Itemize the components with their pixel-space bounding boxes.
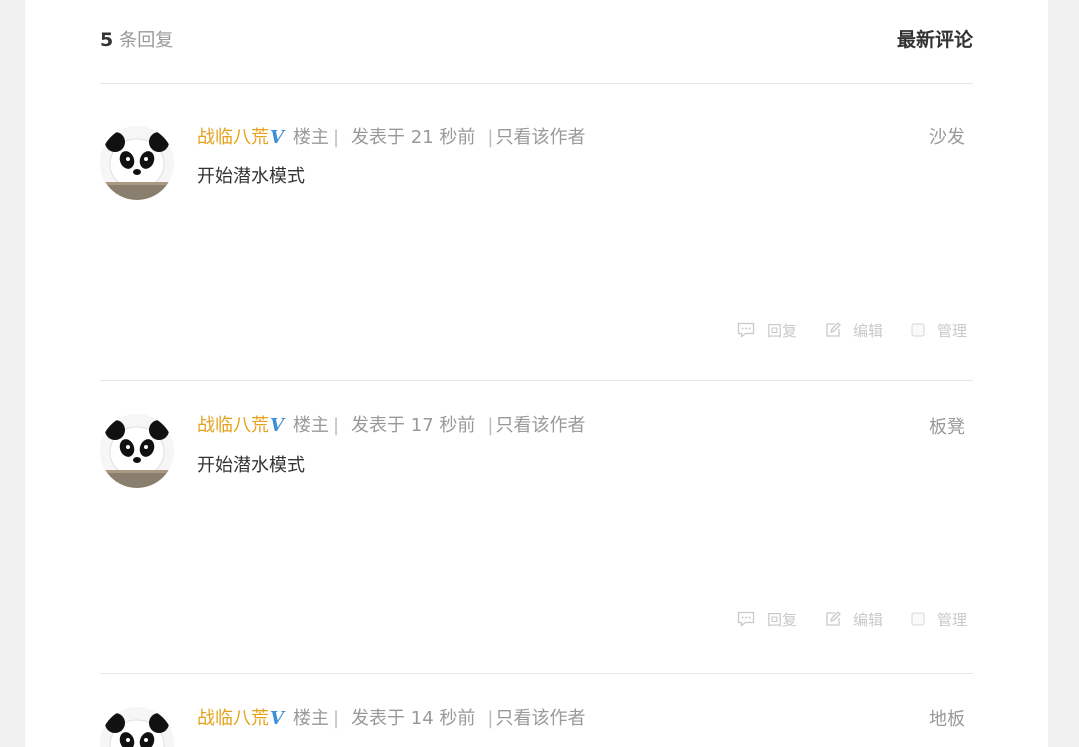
only-author-link[interactable]: 只看该作者: [495, 415, 585, 436]
reply-count-number: 5: [100, 29, 114, 51]
role-label: 楼主: [292, 415, 329, 436]
post-meta: 战临八荒V 楼主 | 发表于 14 秒前 | 只看该作者: [197, 707, 585, 731]
post-time: 发表于 17 秒前: [351, 415, 476, 436]
checkbox-icon: [911, 612, 925, 626]
manage-label: 管理: [936, 610, 967, 629]
verified-badge: V: [270, 415, 284, 436]
post-content: 开始潜水模式: [197, 455, 305, 476]
edit-button[interactable]: 编辑: [825, 609, 883, 630]
post-actions: 回复 编辑 管理: [709, 607, 967, 631]
role-label: 楼主: [292, 127, 329, 148]
author-name[interactable]: 战临八荒: [197, 127, 269, 148]
reply-count-unit: 条回复: [119, 30, 174, 51]
post-actions: 回复 编辑 管理: [709, 318, 967, 342]
manage-label: 管理: [936, 321, 967, 340]
author-name[interactable]: 战临八荒: [197, 415, 269, 436]
manage-checkbox[interactable]: 管理: [911, 320, 967, 341]
divider: |: [332, 708, 340, 729]
verified-badge: V: [270, 708, 284, 729]
verified-badge: V: [270, 127, 284, 148]
divider: |: [332, 127, 340, 148]
divider: |: [487, 415, 494, 436]
author-name[interactable]: 战临八荒: [197, 708, 269, 729]
edit-button[interactable]: 编辑: [825, 320, 883, 341]
reply-label: 回复: [766, 321, 797, 340]
edit-icon: [826, 611, 841, 626]
reply-button[interactable]: 回复: [737, 320, 797, 341]
divider: |: [332, 415, 340, 436]
sort-latest-button[interactable]: 最新评论: [897, 28, 973, 52]
post-meta: 战临八荒V 楼主 | 发表于 21 秒前 | 只看该作者: [197, 126, 585, 150]
panda-avatar-icon: [100, 126, 174, 200]
divider: |: [487, 708, 494, 729]
panda-avatar-icon: [100, 414, 174, 488]
checkbox-icon: [911, 323, 925, 337]
floor-label: 地板: [929, 709, 965, 730]
post-time: 发表于 14 秒前: [351, 708, 476, 729]
edit-label: 编辑: [852, 610, 883, 629]
only-author-link[interactable]: 只看该作者: [495, 708, 585, 729]
comments-header: 5 条回复 最新评论: [100, 0, 973, 84]
post-time: 发表于 21 秒前: [351, 127, 476, 148]
edit-label: 编辑: [852, 321, 883, 340]
avatar[interactable]: [100, 414, 174, 488]
only-author-link[interactable]: 只看该作者: [495, 127, 585, 148]
panda-avatar-icon: [100, 707, 174, 747]
floor-label: 板凳: [929, 417, 965, 438]
reply-label: 回复: [766, 610, 797, 629]
manage-checkbox[interactable]: 管理: [911, 609, 967, 630]
role-label: 楼主: [292, 708, 329, 729]
floor-label: 沙发: [929, 127, 965, 148]
comment-post: 战临八荒V 楼主 | 发表于 14 秒前 | 只看该作者 地板: [100, 673, 973, 747]
comment-post: 战临八荒V 楼主 | 发表于 21 秒前 | 只看该作者 沙发 开始潜水模式 回复 编辑 …: [100, 88, 973, 381]
comment-icon: [737, 611, 755, 627]
post-meta: 战临八荒V 楼主 | 发表于 17 秒前 | 只看该作者: [197, 414, 585, 438]
avatar[interactable]: [100, 126, 174, 200]
post-content: 开始潜水模式: [197, 166, 305, 187]
divider: |: [487, 127, 494, 148]
comment-icon: [737, 322, 755, 338]
reply-button[interactable]: 回复: [737, 609, 797, 630]
edit-icon: [826, 322, 841, 337]
reply-count: 5 条回复: [100, 28, 173, 53]
comment-post: 战临八荒V 楼主 | 发表于 17 秒前 | 只看该作者 板凳 开始潜水模式 回复 编辑 …: [100, 381, 973, 674]
avatar[interactable]: [100, 707, 174, 747]
